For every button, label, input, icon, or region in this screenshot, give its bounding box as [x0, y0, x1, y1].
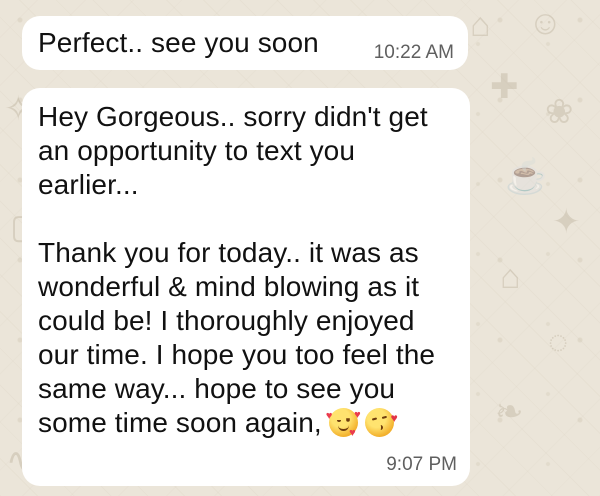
message-line: same way... hope to see you: [38, 373, 396, 404]
apple-doodle-icon: ❧: [495, 393, 524, 431]
message-timestamp: 10:22 AM: [373, 42, 454, 63]
message-text: Hey Gorgeous.. sorry didn't get an oppor…: [38, 100, 454, 440]
circle-doodle-icon: ◌: [548, 323, 569, 361]
gamepad-doodle-icon: ✚: [490, 68, 519, 106]
cup-doodle-icon: ☕: [505, 158, 548, 196]
incoming-message-bubble[interactable]: Perfect.. see you soon 10:22 AM: [22, 16, 468, 70]
message-line: our time. I hope you too feel the: [38, 339, 436, 370]
message-line: wonderful & mind blowing as it: [38, 271, 420, 302]
face-blowing-a-kiss-icon: ♥: [364, 408, 398, 437]
leaf-doodle-icon: ❀: [545, 93, 574, 131]
message-line: Thank you for today.. it was as: [38, 237, 419, 268]
heart-icon: ♥: [354, 409, 361, 421]
house-doodle-icon: ⌂: [500, 258, 521, 296]
incoming-message-bubble[interactable]: Hey Gorgeous.. sorry didn't get an oppor…: [22, 88, 470, 486]
message-line: earlier...: [38, 169, 139, 200]
heart-icon: ♥: [349, 427, 356, 439]
heart-icon: ♥: [390, 411, 398, 425]
message-line-with-emoji: some time soon again, ♥ ♥ ♥ ♥: [38, 406, 454, 440]
message-line: could be! I thoroughly enjoyed: [38, 305, 415, 336]
message-line: an opportunity to text you: [38, 135, 356, 166]
message-timestamp: 9:07 PM: [386, 454, 457, 475]
star-doodle-icon: ✦: [552, 203, 581, 241]
message-line: Hey Gorgeous.. sorry didn't get: [38, 101, 428, 132]
heart-icon: ♥: [325, 410, 333, 422]
message-text: Perfect.. see you soon: [38, 27, 319, 58]
lock-doodle-icon: ⌂: [470, 6, 491, 44]
smiling-face-with-hearts-icon: ♥ ♥ ♥: [325, 408, 361, 439]
smile-doodle-icon: ☺: [528, 4, 563, 42]
message-line-text: some time soon again,: [38, 407, 322, 438]
